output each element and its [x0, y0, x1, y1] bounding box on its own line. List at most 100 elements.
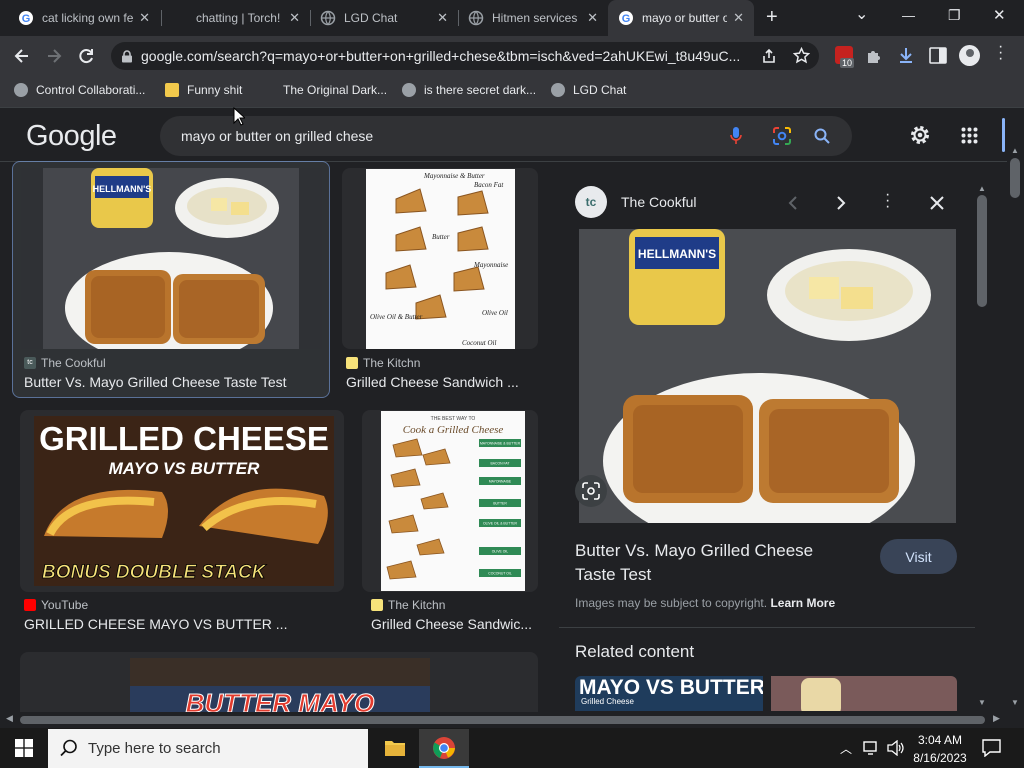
bookmark-1[interactable]: Control Collaborati... — [14, 80, 145, 100]
bookmark-4[interactable]: is there secret dark... — [402, 80, 536, 100]
result-source-2[interactable]: The Kitchn — [346, 356, 420, 370]
tab-1[interactable]: G cat licking own feet ✕ — [8, 0, 160, 36]
microphone-icon[interactable] — [730, 127, 742, 145]
result-image-3[interactable]: GRILLED CHEESE MAYO VS BUTTER BONUS DOUB… — [34, 416, 334, 586]
back-icon[interactable] — [12, 46, 32, 66]
horizontal-scrollbar-thumb[interactable] — [20, 716, 985, 724]
grilled-cheese-photo-large: HELLMANN'S — [559, 229, 956, 523]
result-image-5[interactable]: BUTTER MAYO — [130, 658, 430, 712]
result-image-4[interactable]: THE BEST WAY TO Cook a Grilled Cheese MA… — [381, 411, 525, 591]
result-title-1[interactable]: Butter Vs. Mayo Grilled Cheese Taste Tes… — [24, 374, 287, 390]
result-source-4[interactable]: The Kitchn — [371, 598, 445, 612]
close-tab-icon[interactable]: ✕ — [139, 10, 150, 26]
tab-5-active[interactable]: G mayo or butter on grilled chese ✕ — [608, 0, 754, 36]
source-favicon — [346, 357, 358, 369]
result-title-3[interactable]: GRILLED CHEESE MAYO VS BUTTER ... — [24, 616, 287, 632]
restore-button[interactable]: ❐ — [948, 7, 961, 24]
lens-search-button[interactable] — [575, 475, 607, 507]
clock[interactable]: 3:04 AM 8/16/2023 — [912, 731, 968, 767]
file-explorer-icon[interactable] — [384, 738, 406, 758]
svg-text:G: G — [622, 13, 631, 25]
address-bar[interactable]: google.com/search?q=mayo+or+butter+on+gr… — [111, 42, 819, 70]
tab-3[interactable]: LGD Chat ✕ — [310, 0, 458, 36]
thumbnail-banner: BONUS DOUBLE STACK — [42, 562, 267, 583]
bookmark-2[interactable]: Funny shit — [165, 80, 242, 100]
reload-icon[interactable] — [76, 46, 96, 66]
account-indicator — [1002, 118, 1005, 152]
panel-scroll-up-icon[interactable]: ▲ — [978, 184, 986, 193]
network-icon[interactable] — [863, 740, 881, 756]
google-logo[interactable]: Google — [26, 120, 117, 153]
infographic-title: THE BEST WAY TO — [431, 416, 476, 422]
notification-icon[interactable] — [982, 739, 1001, 757]
menu-kebab-icon[interactable]: · · · — [998, 39, 1003, 67]
result-title-2[interactable]: Grilled Cheese Sandwich ... — [346, 374, 519, 390]
chrome-taskbar-button[interactable] — [419, 729, 469, 768]
search-icon — [60, 739, 77, 757]
panel-scrollbar-thumb[interactable] — [977, 195, 987, 307]
related-image-1[interactable]: MAYO VS BUTTER Grilled Cheese — [575, 676, 763, 711]
bookmark-label: The Original Dark... — [283, 83, 388, 97]
download-icon[interactable] — [897, 46, 915, 65]
next-icon[interactable] — [835, 195, 847, 211]
source-avatar[interactable]: tc — [575, 186, 607, 218]
extension-badge: 10 — [840, 58, 855, 68]
grilled-cheese-chart-image: Mayonnaise & Butter Bacon Fat Butter May… — [366, 169, 515, 349]
close-icon[interactable] — [930, 196, 944, 210]
close-tab-icon[interactable]: ✕ — [733, 10, 744, 26]
taskbar-search-input[interactable]: Type here to search — [48, 729, 368, 768]
tab-4[interactable]: Hitmen services ✕ — [458, 0, 608, 36]
panel-scroll-down-icon[interactable]: ▼ — [978, 698, 986, 707]
settings-gear-icon[interactable] — [909, 124, 931, 146]
scroll-right-icon[interactable]: ▶ — [993, 713, 1000, 724]
more-options-icon[interactable]: · · · — [885, 187, 890, 215]
lock-icon — [122, 50, 132, 63]
result-title-4[interactable]: Grilled Cheese Sandwic... — [371, 616, 532, 632]
globe-icon — [402, 83, 416, 97]
result-source-3[interactable]: YouTube — [24, 598, 88, 612]
volume-icon[interactable] — [887, 740, 905, 756]
search-input[interactable]: mayo or butter on grilled chese — [160, 116, 852, 156]
windows-start-icon[interactable] — [15, 739, 33, 757]
new-tab-button[interactable]: + — [766, 6, 778, 29]
jar-label: HELLMANN'S — [93, 184, 152, 194]
search-icon[interactable] — [814, 128, 830, 144]
tab-2[interactable]: chatting | Torch! ✕ — [162, 0, 310, 36]
show-hidden-icons-chevron[interactable]: ︿ — [840, 740, 852, 757]
visit-button[interactable]: Visit — [880, 539, 957, 574]
page-scroll-up-icon[interactable]: ▲ — [1011, 146, 1019, 155]
result-source-1[interactable]: tc The Cookful — [24, 356, 106, 370]
preview-image[interactable]: HELLMANN'S — [559, 229, 956, 523]
svg-text:G: G — [22, 13, 31, 25]
page-scroll-down-icon[interactable]: ▼ — [1011, 698, 1019, 707]
apps-grid-icon[interactable] — [961, 127, 978, 144]
forward-icon[interactable] — [44, 46, 64, 66]
panel-source-name[interactable]: The Cookful — [621, 194, 696, 210]
result-image-2[interactable]: Mayonnaise & Butter Bacon Fat Butter May… — [366, 169, 515, 349]
related-image-2[interactable] — [771, 676, 957, 711]
thumbnail-text: BUTTER MAYO — [186, 688, 375, 712]
close-tab-icon[interactable]: ✕ — [437, 10, 448, 26]
close-window-button[interactable]: ✕ — [993, 6, 1006, 24]
bookmark-label: Funny shit — [187, 83, 243, 97]
grilled-cheese-infographic: THE BEST WAY TO Cook a Grilled Cheese MA… — [381, 411, 525, 591]
page-scrollbar-thumb[interactable] — [1010, 158, 1020, 198]
preview-title-line: Taste Test — [575, 565, 652, 584]
profile-avatar[interactable] — [959, 45, 980, 66]
bookmark-3[interactable]: The Original Dark... — [283, 80, 387, 100]
scroll-left-icon[interactable]: ◀ — [6, 713, 13, 724]
bookmark-5[interactable]: LGD Chat — [551, 80, 626, 100]
previous-icon[interactable] — [787, 195, 799, 211]
result-image-1[interactable]: HELLMANN'S — [21, 168, 322, 349]
share-icon[interactable] — [761, 48, 777, 64]
puzzle-icon[interactable] — [865, 47, 883, 65]
close-tab-icon[interactable]: ✕ — [289, 10, 300, 26]
side-panel-icon[interactable] — [929, 47, 947, 64]
minimize-button[interactable]: — — [902, 8, 915, 23]
close-tab-icon[interactable]: ✕ — [587, 10, 598, 26]
tab-search-button[interactable]: ⌄ — [855, 4, 868, 24]
preview-title[interactable]: Butter Vs. Mayo Grilled Cheese Taste Tes… — [575, 539, 813, 587]
learn-more-link[interactable]: Learn More — [770, 596, 835, 610]
google-lens-icon[interactable] — [772, 126, 792, 146]
star-icon[interactable] — [793, 47, 810, 64]
